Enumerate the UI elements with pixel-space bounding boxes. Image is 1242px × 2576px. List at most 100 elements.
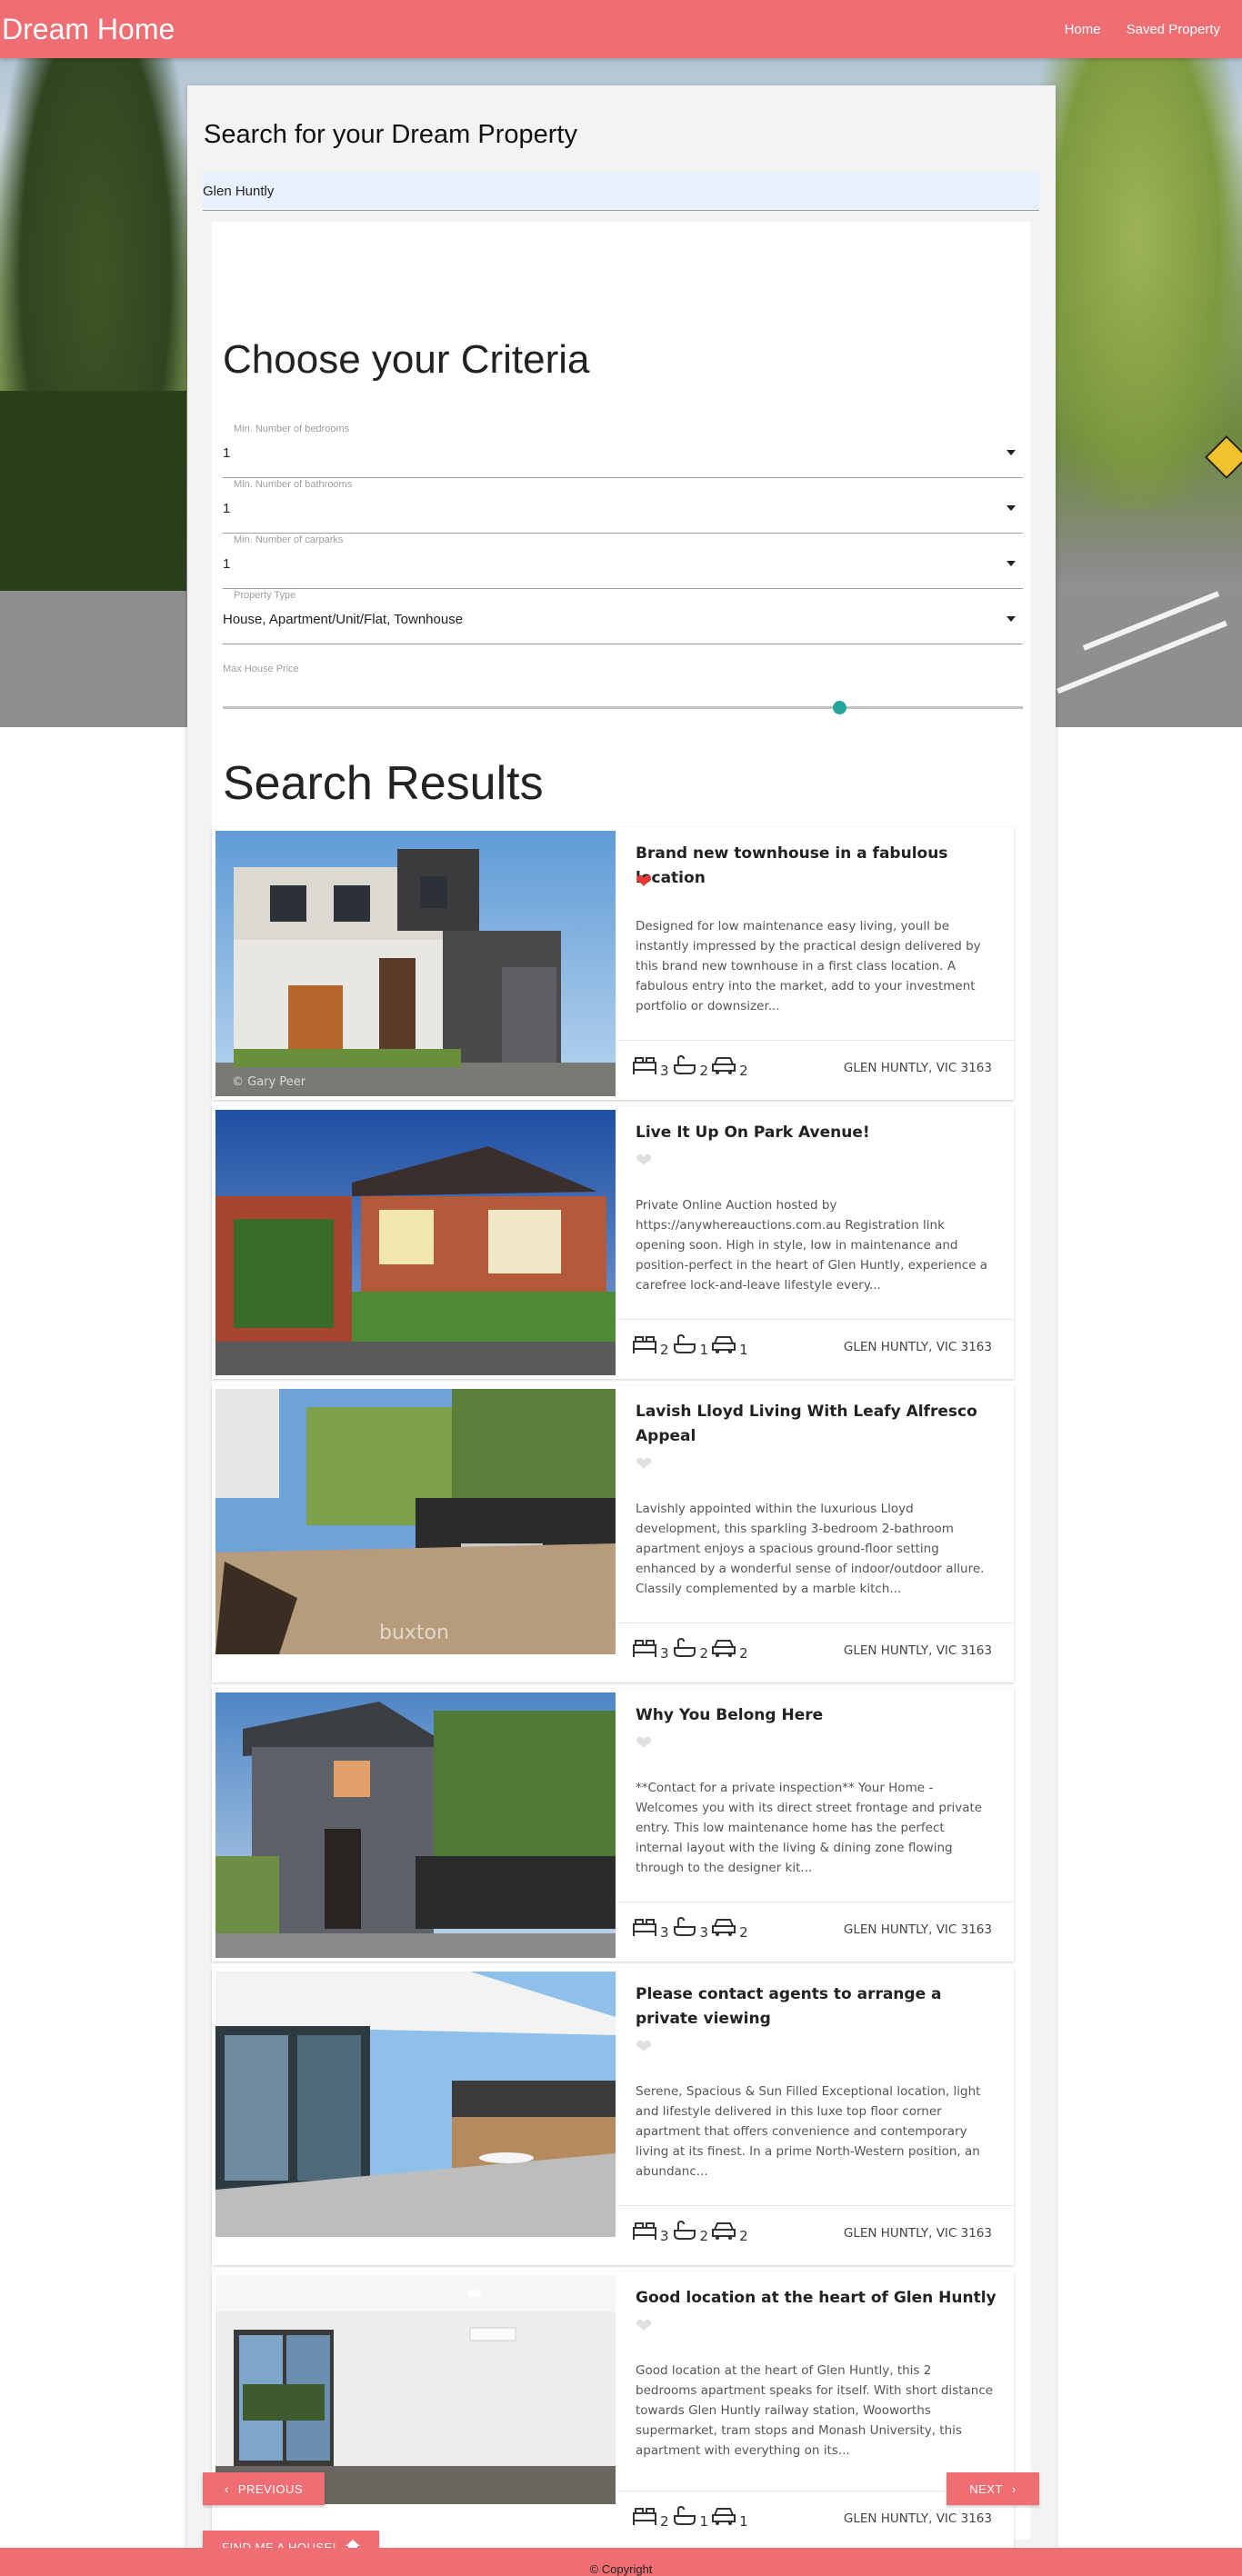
carparks-label: Min. Number of carparks [234, 534, 344, 545]
results-title: Search Results [223, 757, 544, 810]
heart-icon[interactable]: ❤ [636, 1152, 652, 1172]
carparks-value: 1 [223, 556, 231, 572]
car-icon [711, 2221, 736, 2244]
bed-icon [632, 1638, 657, 1662]
baths-count: 1 [699, 1342, 709, 1358]
car-icon [711, 1917, 736, 1941]
heart-icon[interactable]: ❤ [636, 873, 652, 893]
listing-address: GLEN HUNTLY, VIC 3163 [843, 2226, 992, 2241]
heart-icon[interactable]: ❤ [636, 2038, 652, 2058]
hero-trees-right [1033, 55, 1242, 509]
dropdown-caret-icon [1007, 450, 1016, 455]
listing-address: GLEN HUNTLY, VIC 3163 [843, 1643, 992, 1658]
listing-features: 3 2 2 [632, 1054, 748, 1079]
bath-icon [672, 1333, 697, 1358]
bed-icon [632, 2221, 657, 2244]
heart-icon[interactable]: ❤ [636, 1455, 652, 1475]
bedrooms-value: 1 [223, 445, 231, 461]
listing-title[interactable]: Live It Up On Park Avenue! [636, 1121, 999, 1145]
beds-count: 2 [660, 1342, 669, 1358]
listing-photo[interactable] [215, 2275, 616, 2504]
listing-photo[interactable] [215, 1972, 616, 2237]
copyright-text: © Copyright [589, 2562, 653, 2576]
next-button[interactable]: Next › [947, 2472, 1039, 2505]
listing-card[interactable]: © Gary Peer Brand new townhouse in a fab… [212, 827, 1014, 1100]
search-input[interactable] [203, 184, 1039, 199]
nav-link-home[interactable]: Home [1052, 22, 1114, 37]
listing-features: 3 2 2 [632, 1637, 748, 1662]
listing-photo[interactable]: buxton [215, 1389, 616, 1654]
listing-features: 2 1 1 [632, 1333, 748, 1358]
criteria-card: Choose your Criteria Min. Number of bedr… [212, 222, 1030, 2551]
next-label: Next [969, 2481, 1003, 2496]
beds-count: 3 [660, 1063, 669, 1079]
photo-watermark: © Gary Peer [232, 1075, 306, 1089]
criteria-title: Choose your Criteria [223, 337, 590, 382]
bathrooms-value: 1 [223, 501, 231, 516]
listing-photo[interactable] [215, 1110, 616, 1375]
bath-icon [672, 1054, 697, 1079]
bath-icon [672, 2505, 697, 2530]
listing-card[interactable]: Live It Up On Park Avenue! ❤ Private Onl… [212, 1106, 1014, 1379]
listing-address: GLEN HUNTLY, VIC 3163 [843, 1922, 992, 1937]
heart-icon[interactable]: ❤ [636, 2317, 652, 2337]
listing-card[interactable]: Good location at the heart of Glen Huntl… [212, 2271, 1014, 2551]
listing-card[interactable]: Please contact agents to arrange a priva… [212, 1968, 1014, 2265]
property-type-label: Property Type [234, 590, 296, 601]
listing-features: 2 1 1 [632, 2505, 748, 2530]
bed-icon [632, 1055, 657, 1079]
nav-links: Home Saved Property [1052, 22, 1233, 37]
bedrooms-select[interactable]: Min. Number of bedrooms 1 [223, 424, 1023, 478]
listing-photo[interactable] [215, 1692, 616, 1958]
listing-actions: 3 2 2 GLEN HUNTLY, VIC 3163 [617, 1040, 1014, 1100]
bath-icon [672, 1637, 697, 1662]
cars-count: 1 [739, 2513, 748, 2530]
baths-count: 3 [699, 1924, 709, 1941]
listing-description: Serene, Spacious & Sun Filled Exceptiona… [636, 2084, 981, 2179]
navbar: Dream Home Home Saved Property [0, 0, 1242, 58]
bed-icon [632, 2506, 657, 2530]
listing-actions: 2 1 1 GLEN HUNTLY, VIC 3163 [617, 1319, 1014, 1379]
beds-count: 3 [660, 2228, 669, 2244]
listing-actions: 3 2 2 GLEN HUNTLY, VIC 3163 [617, 2205, 1014, 2265]
listing-title[interactable]: Why You Belong Here [636, 1703, 999, 1728]
brand-logo[interactable]: Dream Home [0, 13, 175, 46]
listing-title[interactable]: Lavish Lloyd Living With Leafy Alfresco … [636, 1400, 999, 1449]
bath-icon [672, 1916, 697, 1941]
bedrooms-label: Min. Number of bedrooms [234, 424, 350, 434]
car-icon [711, 1638, 736, 1662]
listing-title[interactable]: Please contact agents to arrange a priva… [636, 1982, 999, 2032]
car-icon [711, 1334, 736, 1358]
heart-icon[interactable]: ❤ [636, 1734, 652, 1754]
bed-icon [632, 1917, 657, 1941]
cars-count: 2 [739, 1924, 748, 1941]
price-slider-track[interactable] [223, 706, 1023, 709]
listing-actions: 3 2 2 GLEN HUNTLY, VIC 3163 [617, 1622, 1014, 1682]
listing-card[interactable]: Why You Belong Here ❤ **Contact for a pr… [212, 1689, 1014, 1962]
listing-address: GLEN HUNTLY, VIC 3163 [843, 1340, 992, 1354]
baths-count: 1 [699, 2513, 709, 2530]
previous-button[interactable]: ‹ Previous [203, 2472, 325, 2505]
bathrooms-select[interactable]: Min. Number of bathrooms 1 [223, 479, 1023, 534]
footer: © Copyright [0, 2548, 1242, 2576]
listing-title[interactable]: Good location at the heart of Glen Huntl… [636, 2286, 999, 2311]
carparks-select[interactable]: Min. Number of carparks 1 [223, 534, 1023, 589]
listing-description: Good location at the heart of Glen Huntl… [636, 2363, 994, 2458]
nav-link-saved-property[interactable]: Saved Property [1114, 22, 1233, 37]
bathrooms-label: Min. Number of bathrooms [234, 479, 353, 490]
listing-features: 3 3 2 [632, 1916, 748, 1941]
search-field[interactable] [203, 173, 1039, 211]
listing-card[interactable]: buxton Lavish Lloyd Living With Leafy Al… [212, 1385, 1014, 1682]
car-icon [711, 2506, 736, 2530]
car-icon [711, 1055, 736, 1079]
cars-count: 2 [739, 1063, 748, 1079]
listing-title[interactable]: Brand new townhouse in a fabulous locati… [636, 842, 999, 891]
listing-photo[interactable]: © Gary Peer [215, 831, 616, 1096]
cars-count: 2 [739, 1645, 748, 1662]
page-title: Search for your Dream Property [204, 120, 577, 149]
cars-count: 1 [739, 1342, 748, 1358]
price-slider-thumb[interactable] [832, 701, 846, 714]
dropdown-caret-icon [1007, 561, 1016, 566]
chevron-left-icon: ‹ [224, 2481, 229, 2496]
property-type-select[interactable]: Property Type House, Apartment/Unit/Flat… [223, 590, 1023, 644]
